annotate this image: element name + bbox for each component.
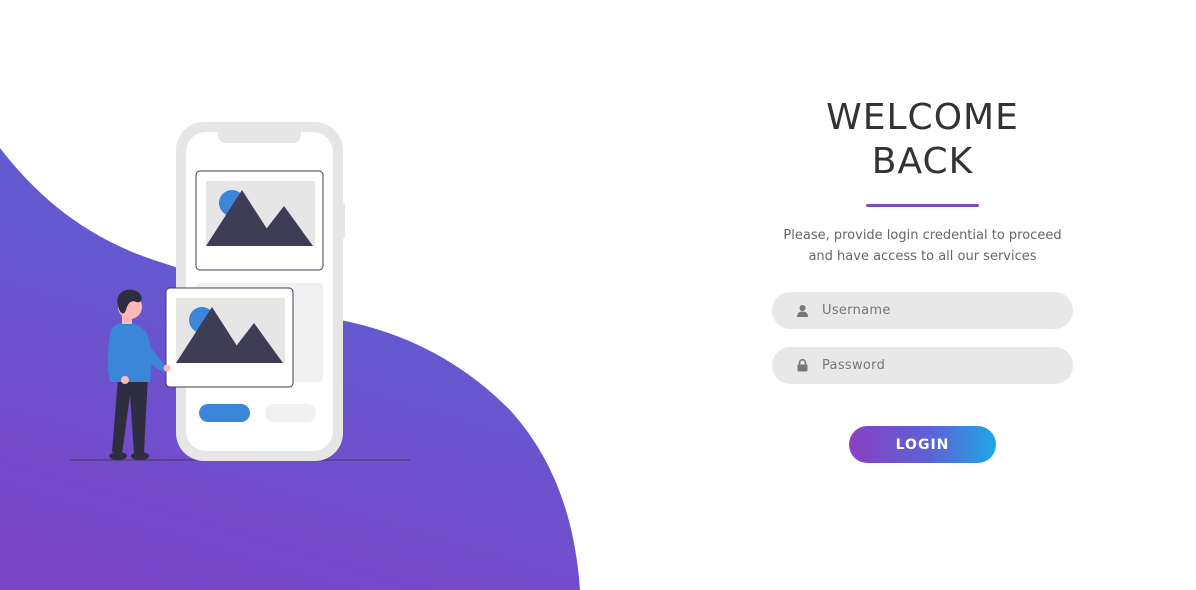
phone-notch — [218, 126, 301, 143]
username-field[interactable] — [772, 292, 1073, 329]
title-line-2: BACK — [871, 141, 974, 182]
username-input[interactable] — [820, 302, 1064, 319]
login-panel: WELCOME BACK Please, provide login crede… — [760, 96, 1085, 463]
title-underline — [866, 204, 979, 207]
subtitle-line-2: and have access to all our services — [808, 249, 1037, 264]
password-input[interactable] — [820, 357, 1064, 374]
person-figure — [107, 289, 171, 460]
phone-pill-gray — [265, 404, 316, 422]
page-title: WELCOME BACK — [793, 96, 1053, 184]
user-icon — [796, 304, 808, 318]
title-line-1: WELCOME — [826, 97, 1019, 138]
login-button[interactable]: LOGIN — [849, 426, 996, 463]
phone-pill-blue — [199, 404, 250, 422]
login-subtitle: Please, provide login credential to proc… — [768, 225, 1078, 267]
password-field[interactable] — [772, 347, 1073, 384]
phone-side-button — [340, 203, 345, 239]
subtitle-line-1: Please, provide login credential to proc… — [783, 228, 1062, 243]
lock-icon — [796, 359, 808, 373]
login-page: WELCOME BACK Please, provide login crede… — [0, 0, 1196, 590]
phone-illustration — [70, 122, 410, 461]
